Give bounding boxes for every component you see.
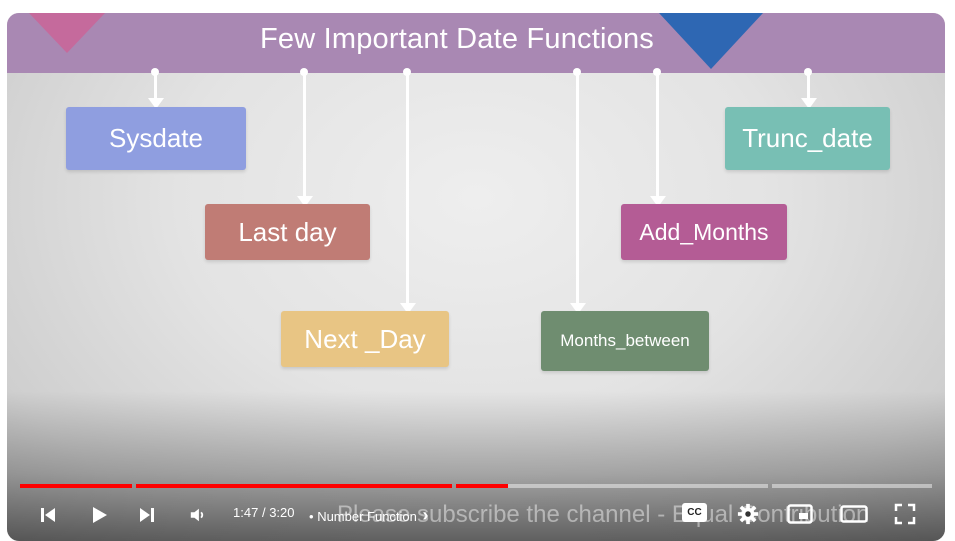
chevron-right-icon: › <box>422 505 429 525</box>
video-player[interactable]: Few Important Date Functions Sysdate Las… <box>7 13 945 541</box>
connector-line-add-months <box>656 72 659 198</box>
time-separator: / <box>261 505 266 520</box>
play-button[interactable] <box>85 502 113 528</box>
box-next-day: Next _Day <box>281 311 449 367</box>
captions-button[interactable]: CC <box>682 503 707 522</box>
player-controls: 1:47 / 3:20 • Number Function › CC <box>7 495 945 535</box>
video-frame[interactable]: Few Important Date Functions Sysdate Las… <box>7 13 945 541</box>
miniplayer-icon <box>787 504 813 524</box>
fullscreen-button[interactable] <box>892 501 918 527</box>
chapter-segment[interactable] <box>136 484 452 488</box>
fullscreen-icon <box>894 503 916 525</box>
time-display: 1:47 / 3:20 <box>233 505 295 520</box>
cc-icon: CC <box>687 507 702 518</box>
skip-previous-icon <box>41 508 55 522</box>
chapter-title: Number Function <box>317 509 417 524</box>
miniplayer-button[interactable] <box>785 501 815 527</box>
connector-line-sysdate <box>154 72 157 100</box>
slide-title: Few Important Date Functions <box>259 23 655 55</box>
connector-line-trunc-date <box>807 72 810 100</box>
box-add-months: Add_Months <box>621 204 787 260</box>
progress-fill <box>456 484 508 488</box>
progress-fill <box>136 484 452 488</box>
duration: 3:20 <box>269 505 295 520</box>
play-icon <box>93 507 107 523</box>
mute-button[interactable] <box>185 502 211 528</box>
volume-icon <box>190 508 204 522</box>
box-months-between: Months_between <box>541 311 709 371</box>
box-trunc-date: Trunc_date <box>725 107 890 170</box>
progress-bar[interactable] <box>20 484 932 488</box>
theater-mode-icon <box>840 505 868 523</box>
connector-line-next-day <box>406 72 409 305</box>
next-button[interactable] <box>133 502 161 528</box>
skip-next-icon <box>140 508 154 522</box>
previous-button[interactable] <box>34 502 62 528</box>
theater-mode-button[interactable] <box>838 501 870 527</box>
settings-button[interactable] <box>735 501 761 527</box>
connector-line-months-between <box>576 72 579 305</box>
progress-fill <box>20 484 132 488</box>
box-sysdate: Sysdate <box>66 107 246 170</box>
chapter-segment[interactable] <box>20 484 132 488</box>
chapter-segment[interactable] <box>772 484 932 488</box>
chapter-separator: • <box>309 509 314 524</box>
chapter-segment[interactable] <box>456 484 768 488</box>
box-last-day: Last day <box>205 204 370 260</box>
chapter-button[interactable]: • Number Function › <box>309 505 429 526</box>
current-time: 1:47 <box>233 505 259 520</box>
connector-line-last-day <box>303 72 306 198</box>
gear-icon <box>737 503 759 525</box>
